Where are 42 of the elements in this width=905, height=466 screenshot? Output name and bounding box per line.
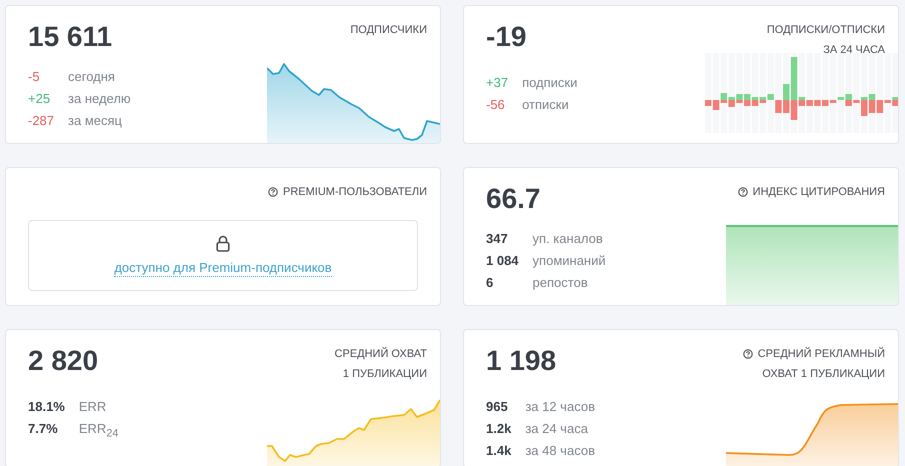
help-icon[interactable] bbox=[742, 349, 753, 359]
stat-number: 1.4k bbox=[486, 442, 512, 460]
stat-number: 7.7% bbox=[28, 420, 59, 438]
stat-value: 1 198 bbox=[486, 344, 556, 378]
stat-number: +37 bbox=[486, 74, 508, 92]
help-icon[interactable] bbox=[268, 187, 278, 197]
card-title: СРЕДНИЙ РЕКЛАМНЫЙ ОХВАТ 1 ПУБЛИКАЦИИ bbox=[758, 346, 885, 382]
stat-number: 18.1% bbox=[28, 398, 65, 416]
premium-link[interactable]: доступно для Premium-подписчиков bbox=[114, 260, 332, 276]
stat-label: подписки bbox=[522, 74, 578, 92]
stat-number: 1.2k bbox=[486, 420, 512, 438]
stat-label: за месяц bbox=[68, 112, 123, 130]
stat-number: 965 bbox=[486, 398, 509, 416]
stat-number: -5 bbox=[28, 68, 41, 86]
stat-label: ERR bbox=[78, 398, 108, 416]
stat-label: за 48 часов bbox=[525, 442, 595, 460]
card-title: ПОДПИСКИ/ОТПИСКИ ЗА 24 ЧАСА bbox=[766, 23, 885, 58]
card-title: СРЕДНИЙ ОХВАТ 1 ПУБЛИКАЦИИ bbox=[334, 346, 427, 382]
stat-value: 15 611 bbox=[28, 20, 112, 54]
card-title: PREMIUM-ПОЛЬЗОВАТЕЛИ bbox=[283, 185, 427, 200]
stat-value: 2 820 bbox=[28, 344, 98, 378]
stat-number: +25 bbox=[28, 90, 52, 108]
card-title: ПОДПИСЧИКИ bbox=[350, 23, 427, 38]
stat-label: за неделю bbox=[68, 90, 131, 108]
stat-label: за 12 часов bbox=[525, 398, 595, 416]
stat-number: 6 bbox=[486, 274, 494, 292]
stat-label: репостов bbox=[532, 274, 589, 292]
stat-label: отписки bbox=[522, 96, 570, 114]
stat-label: ERR$_{24}$ bbox=[78, 420, 118, 442]
lock-icon bbox=[216, 234, 230, 252]
stat-number: -56 bbox=[486, 96, 506, 114]
stat-value: -19 bbox=[486, 20, 526, 54]
stat-label: сегодня bbox=[68, 68, 116, 86]
stat-number: 1 084 bbox=[486, 252, 519, 270]
stat-label: уп. каналов bbox=[532, 230, 604, 248]
card-title: ИНДЕКС ЦИТИРОВАНИЯ bbox=[752, 185, 885, 200]
stat-value: 66.7 bbox=[486, 182, 540, 216]
stat-number: 347 bbox=[486, 230, 509, 248]
stat-label: упоминаний bbox=[532, 252, 606, 270]
help-icon[interactable] bbox=[738, 187, 748, 197]
stat-number: -287 bbox=[28, 112, 54, 130]
stat-label: за 24 часа bbox=[525, 420, 589, 438]
